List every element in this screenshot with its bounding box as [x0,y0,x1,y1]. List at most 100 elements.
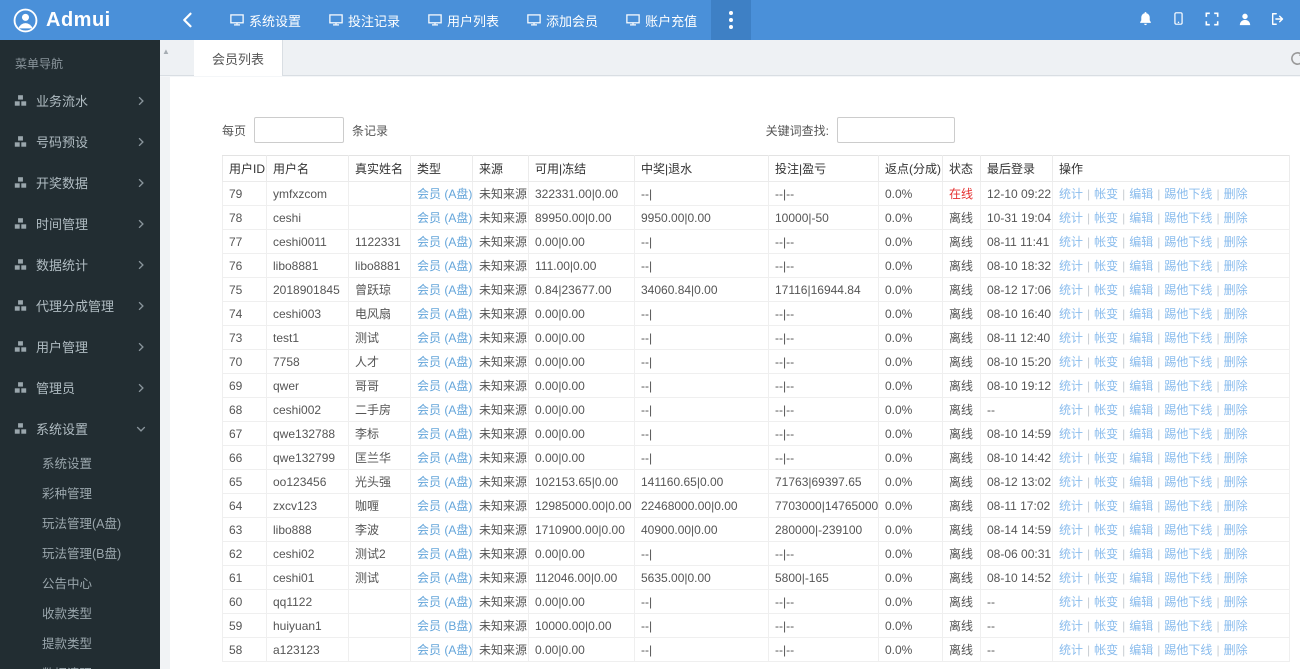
bell-button[interactable] [1129,0,1162,40]
nav-item-account-recharge[interactable]: 账户充值 [612,0,711,40]
action-stats-link[interactable]: 统计 [1059,403,1083,417]
sidebar-sub-announcement-center[interactable]: 公告中心 [0,569,160,599]
action-delete-link[interactable]: 删除 [1224,355,1248,369]
action-kick-offline-link[interactable]: 踢他下线 [1164,307,1212,321]
action-stats-link[interactable]: 统计 [1059,331,1083,345]
sidebar-item-data-statistics[interactable]: 数据统计 [0,244,160,285]
action-account-change-link[interactable]: 帐变 [1094,187,1118,201]
member-type-link[interactable]: 会员 (A盘) [417,451,472,465]
member-type-link[interactable]: 会员 (A盘) [417,571,472,585]
action-kick-offline-link[interactable]: 踢他下线 [1164,643,1212,657]
sidebar-item-lottery-data[interactable]: 开奖数据 [0,162,160,203]
action-edit-link[interactable]: 编辑 [1129,499,1153,513]
action-kick-offline-link[interactable]: 踢他下线 [1164,619,1212,633]
action-edit-link[interactable]: 编辑 [1129,379,1153,393]
action-delete-link[interactable]: 删除 [1224,643,1248,657]
action-edit-link[interactable]: 编辑 [1129,475,1153,489]
mobile-button[interactable] [1162,0,1195,40]
action-edit-link[interactable]: 编辑 [1129,571,1153,585]
action-account-change-link[interactable]: 帐变 [1094,475,1118,489]
action-account-change-link[interactable]: 帐变 [1094,307,1118,321]
action-kick-offline-link[interactable]: 踢他下线 [1164,235,1212,249]
action-kick-offline-link[interactable]: 踢他下线 [1164,595,1212,609]
action-account-change-link[interactable]: 帐变 [1094,571,1118,585]
action-account-change-link[interactable]: 帐变 [1094,235,1118,249]
action-kick-offline-link[interactable]: 踢他下线 [1164,547,1212,561]
member-type-link[interactable]: 会员 (A盘) [417,403,472,417]
action-kick-offline-link[interactable]: 踢他下线 [1164,331,1212,345]
action-edit-link[interactable]: 编辑 [1129,523,1153,537]
action-stats-link[interactable]: 统计 [1059,259,1083,273]
action-stats-link[interactable]: 统计 [1059,619,1083,633]
action-delete-link[interactable]: 删除 [1224,187,1248,201]
action-edit-link[interactable]: 编辑 [1129,427,1153,441]
action-edit-link[interactable]: 编辑 [1129,235,1153,249]
action-stats-link[interactable]: 统计 [1059,307,1083,321]
member-type-link[interactable]: 会员 (A盘) [417,283,472,297]
sidebar-sub-withdrawal-type[interactable]: 提款类型 [0,629,160,659]
action-edit-link[interactable]: 编辑 [1129,355,1153,369]
action-kick-offline-link[interactable]: 踢他下线 [1164,187,1212,201]
sidebar-item-user-management[interactable]: 用户管理 [0,326,160,367]
member-type-link[interactable]: 会员 (A盘) [417,379,472,393]
brand[interactable]: Admui [0,0,160,40]
sidebar-sub-lottery-management[interactable]: 彩种管理 [0,479,160,509]
member-type-link[interactable]: 会员 (A盘) [417,475,472,489]
nav-item-system-settings[interactable]: 系统设置 [216,0,315,40]
nav-item-add-member[interactable]: 添加会员 [513,0,612,40]
action-delete-link[interactable]: 删除 [1224,523,1248,537]
action-edit-link[interactable]: 编辑 [1129,307,1153,321]
member-type-link[interactable]: 会员 (A盘) [417,547,472,561]
member-type-link[interactable]: 会员 (A盘) [417,235,472,249]
tab-member-list[interactable]: 会员列表 [194,40,284,76]
action-kick-offline-link[interactable]: 踢他下线 [1164,451,1212,465]
action-delete-link[interactable]: 删除 [1224,595,1248,609]
nav-item-bet-records[interactable]: 投注记录 [315,0,414,40]
action-kick-offline-link[interactable]: 踢他下线 [1164,259,1212,273]
action-stats-link[interactable]: 统计 [1059,211,1083,225]
sidebar-item-time-management[interactable]: 时间管理 [0,203,160,244]
action-edit-link[interactable]: 编辑 [1129,403,1153,417]
action-edit-link[interactable]: 编辑 [1129,619,1153,633]
sidebar-sub-system-settings[interactable]: 系统设置 [0,449,160,479]
per-page-input[interactable] [254,117,345,143]
member-type-link[interactable]: 会员 (A盘) [417,355,472,369]
member-type-link[interactable]: 会员 (A盘) [417,427,472,441]
action-kick-offline-link[interactable]: 踢他下线 [1164,523,1212,537]
action-account-change-link[interactable]: 帐变 [1094,451,1118,465]
action-account-change-link[interactable]: 帐变 [1094,259,1118,273]
member-type-link[interactable]: 会员 (A盘) [417,523,472,537]
keyword-search-input[interactable] [837,117,955,143]
action-stats-link[interactable]: 统计 [1059,427,1083,441]
action-delete-link[interactable]: 删除 [1224,547,1248,561]
action-stats-link[interactable]: 统计 [1059,451,1083,465]
nav-item-user-list[interactable]: 用户列表 [414,0,513,40]
sidebar-item-administrator[interactable]: 管理员 [0,367,160,408]
action-stats-link[interactable]: 统计 [1059,523,1083,537]
action-stats-link[interactable]: 统计 [1059,187,1083,201]
action-kick-offline-link[interactable]: 踢他下线 [1164,211,1212,225]
action-stats-link[interactable]: 统计 [1059,547,1083,561]
action-account-change-link[interactable]: 帐变 [1094,595,1118,609]
action-delete-link[interactable]: 删除 [1224,331,1248,345]
sidebar-sub-play-management-b[interactable]: 玩法管理(B盘) [0,539,160,569]
action-account-change-link[interactable]: 帐变 [1094,619,1118,633]
action-account-change-link[interactable]: 帐变 [1094,355,1118,369]
sidebar-item-business-flow[interactable]: 业务流水 [0,80,160,121]
action-account-change-link[interactable]: 帐变 [1094,427,1118,441]
action-stats-link[interactable]: 统计 [1059,283,1083,297]
action-stats-link[interactable]: 统计 [1059,595,1083,609]
refresh-icon[interactable] [1289,50,1300,70]
tab-scroll-up-icon[interactable]: ▲ [162,48,170,56]
more-menu-button[interactable] [711,0,752,40]
action-delete-link[interactable]: 删除 [1224,379,1248,393]
action-kick-offline-link[interactable]: 踢他下线 [1164,427,1212,441]
action-delete-link[interactable]: 删除 [1224,235,1248,249]
action-edit-link[interactable]: 编辑 [1129,259,1153,273]
action-stats-link[interactable]: 统计 [1059,379,1083,393]
action-account-change-link[interactable]: 帐变 [1094,523,1118,537]
action-account-change-link[interactable]: 帐变 [1094,283,1118,297]
action-delete-link[interactable]: 删除 [1224,211,1248,225]
member-type-link[interactable]: 会员 (A盘) [417,259,472,273]
action-kick-offline-link[interactable]: 踢他下线 [1164,571,1212,585]
